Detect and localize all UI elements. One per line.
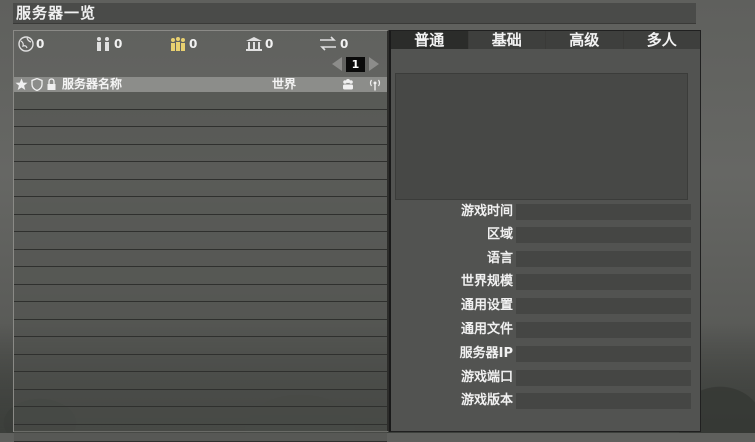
stat-value: 0 [36,37,44,51]
detail-value [516,346,691,362]
official-server-icon [245,36,263,52]
stat-friends[interactable]: 0 [169,35,197,53]
star-icon[interactable] [15,78,28,91]
next-page-button[interactable] [369,57,379,71]
ping-icon[interactable] [368,78,382,91]
players-icon [94,36,112,52]
tab-advanced[interactable]: 高级 [546,31,624,49]
server-row[interactable] [14,390,387,408]
shield-icon[interactable] [31,78,43,91]
detail-language: 语言 [391,250,700,268]
detail-general-files: 通用文件 [391,321,700,339]
server-row[interactable] [14,285,387,303]
stat-value: 0 [265,37,273,51]
detail-world-size: 世界规模 [391,273,700,291]
server-row[interactable] [14,180,387,198]
detail-label: 通用设置 [461,297,513,315]
details-tabs: 普通 基础 高级 多人 [391,31,700,49]
stat-value: 0 [189,37,197,51]
server-row[interactable] [14,250,387,268]
detail-label: 世界规模 [461,273,513,291]
server-row[interactable] [14,425,387,442]
server-row[interactable] [14,215,387,233]
server-row[interactable] [14,162,387,180]
server-row[interactable] [14,320,387,338]
detail-value [516,274,691,290]
detail-value [516,227,691,243]
page-number: 1 [346,57,365,72]
server-list-header: 服务器名称 世界 [14,77,387,92]
detail-value [516,298,691,314]
detail-label: 游戏端口 [461,369,513,387]
server-row[interactable] [14,337,387,355]
stat-total-servers[interactable]: 0 [18,35,44,53]
detail-game-time: 游戏时间 [391,203,700,221]
tab-general[interactable]: 普通 [391,31,469,49]
server-row[interactable] [14,110,387,128]
server-row[interactable] [14,407,387,425]
friends-icon [169,36,187,52]
detail-server-ip: 服务器IP [391,345,700,363]
players-icon[interactable] [341,78,355,91]
detail-label: 游戏时间 [461,203,513,221]
stat-players[interactable]: 0 [94,35,122,53]
server-row[interactable] [14,92,387,110]
detail-value [516,393,691,409]
detail-label: 区域 [487,226,513,244]
detail-general-settings: 通用设置 [391,297,700,315]
detail-value [516,251,691,267]
detail-region: 区域 [391,226,700,244]
stat-swap[interactable]: 0 [318,35,348,53]
swap-icon [318,36,338,52]
detail-label: 服务器IP [460,345,513,363]
column-server-name[interactable]: 服务器名称 [62,77,122,92]
server-row[interactable] [14,355,387,373]
tab-basic[interactable]: 基础 [469,31,547,49]
stat-official-servers[interactable]: 0 [245,35,273,53]
server-row[interactable] [14,232,387,250]
stat-value: 0 [114,37,122,51]
lock-icon[interactable] [46,78,57,91]
title-bar: 服务器一览 [13,3,696,24]
server-list [14,92,387,442]
previous-page-button[interactable] [332,57,342,71]
detail-label: 通用文件 [461,321,513,339]
server-row[interactable] [14,372,387,390]
detail-value [516,370,691,386]
detail-game-port: 游戏端口 [391,369,700,387]
server-row[interactable] [14,197,387,215]
detail-value [516,204,691,220]
server-row[interactable] [14,302,387,320]
server-list-panel: 0 0 0 0 0 1 [13,30,389,432]
page-title: 服务器一览 [16,3,96,23]
stat-value: 0 [340,37,348,51]
server-row[interactable] [14,267,387,285]
detail-label: 语言 [487,250,513,268]
server-details-panel: 普通 基础 高级 多人 游戏时间 区域 语言 世界规模 通用设置 通用文件 服务… [389,30,701,432]
server-preview-image [395,73,688,200]
column-world[interactable]: 世界 [272,77,296,92]
server-row[interactable] [14,145,387,163]
tab-multiplayer[interactable]: 多人 [624,31,701,49]
server-row[interactable] [14,127,387,145]
detail-game-version: 游戏版本 [391,392,700,410]
detail-label: 游戏版本 [461,392,513,410]
detail-value [516,322,691,338]
globe-icon [18,36,34,52]
